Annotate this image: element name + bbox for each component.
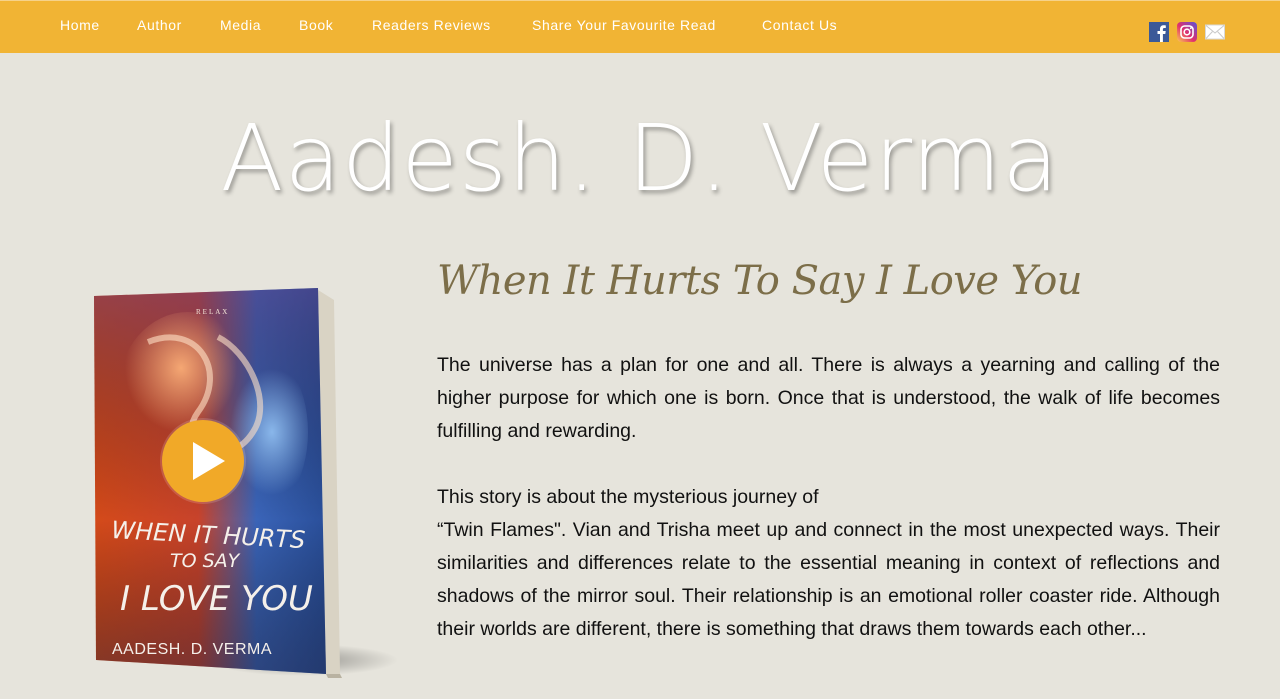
site-title: Aadesh. D. Verma xyxy=(220,105,1060,212)
description-paragraph-1: The universe has a plan for one and all.… xyxy=(437,354,1220,442)
nav-readers-reviews[interactable]: Readers Reviews xyxy=(372,17,491,33)
nav-home[interactable]: Home xyxy=(60,17,100,33)
facebook-icon[interactable] xyxy=(1149,22,1169,42)
description-paragraph-2-intro: This story is about the mysterious journ… xyxy=(437,486,819,508)
instagram-icon[interactable] xyxy=(1177,22,1197,42)
description-paragraph-2-body: “Twin Flames". Vian and Trisha meet up a… xyxy=(437,519,1220,640)
mail-icon[interactable] xyxy=(1205,22,1225,42)
book-cover-video[interactable]: RELAX WHEN IT HURTS TO SAY I LOVE YOU AA… xyxy=(78,282,398,682)
cover-title-line2: TO SAY xyxy=(170,550,241,572)
book-description: The universe has a plan for one and all.… xyxy=(437,349,1220,646)
description-paragraph-2: This story is about the mysterious journ… xyxy=(437,481,1220,646)
nav-book[interactable]: Book xyxy=(299,17,333,33)
nav-share-your-favourite-read[interactable]: Share Your Favourite Read xyxy=(532,17,716,33)
nav-contact-us[interactable]: Contact Us xyxy=(762,17,837,33)
cover-small-text: RELAX xyxy=(196,308,229,316)
cover-title-line3: I LOVE YOU xyxy=(120,579,313,619)
book-title: When It Hurts To Say I Love You xyxy=(437,258,1083,304)
cover-author: AADESH. D. VERMA xyxy=(112,641,272,658)
top-navigation-bar: Home Author Media Book Readers Reviews S… xyxy=(0,0,1280,53)
nav-author[interactable]: Author xyxy=(137,17,182,33)
play-video-button[interactable] xyxy=(162,420,244,502)
nav-media[interactable]: Media xyxy=(220,17,261,33)
